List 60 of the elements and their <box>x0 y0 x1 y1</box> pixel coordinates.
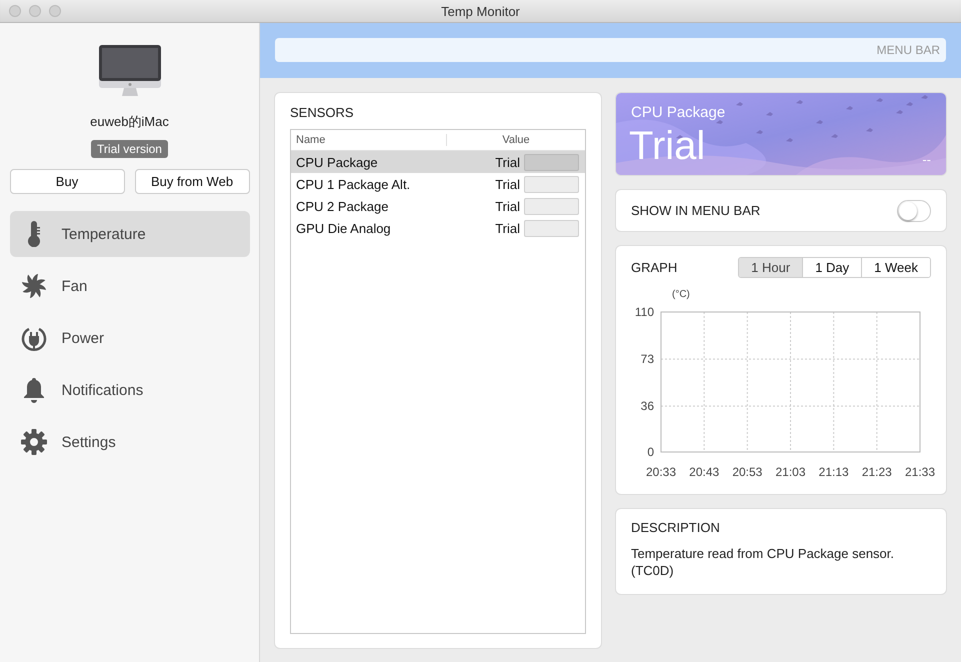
axis-tick-label: 20:53 <box>732 465 762 479</box>
axis-tick-label: 110 <box>634 305 654 319</box>
value-gauge <box>524 154 579 170</box>
table-cell-text: CPU Package <box>296 154 379 170</box>
buy-button[interactable]: Buy <box>10 169 124 194</box>
section-title: SENSORS <box>290 105 355 120</box>
axis-tick-label: 0 <box>647 445 654 459</box>
sensor-value: Trial <box>629 124 706 169</box>
close-button[interactable] <box>9 5 21 17</box>
sidebar-item[interactable]: Notifications <box>10 367 250 413</box>
gear-icon <box>20 429 46 455</box>
computer-icon <box>98 44 162 98</box>
table-row[interactable]: CPU Package Trial <box>291 151 585 173</box>
axis-tick-label: 21:33 <box>904 465 936 479</box>
table-cell-text: CPU 1 Package Alt. <box>296 176 412 192</box>
window-title: Temp Monitor <box>441 4 520 18</box>
sidebar-item[interactable]: Power <box>10 315 250 361</box>
bell-icon <box>22 377 46 403</box>
trial-badge: Trial version <box>91 140 168 158</box>
setting-label: SHOW IN MENU BAR <box>631 203 760 218</box>
thermometer-icon <box>26 221 42 247</box>
menu-bar-label: MENU BAR <box>876 43 940 57</box>
sensor-unit: -- <box>922 152 931 167</box>
section-title: GRAPH <box>631 260 678 275</box>
table-cell: Trial <box>495 220 520 236</box>
sidebar-item[interactable]: Temperature <box>10 211 250 257</box>
table-cell: Trial <box>495 198 520 214</box>
table-row[interactable]: GPU Die Analog Trial <box>291 217 585 239</box>
value-gauge <box>524 176 579 192</box>
toggle-switch[interactable] <box>897 200 931 222</box>
column-header[interactable]: Value <box>447 134 585 146</box>
buy-button[interactable]: Buy from Web <box>134 169 250 194</box>
axis-tick-label: 20:33 <box>646 465 676 479</box>
axis-tick-label: 73 <box>640 352 654 366</box>
section-title: DESCRIPTION <box>631 520 721 535</box>
axis-unit-label: (°C) <box>672 289 690 300</box>
sidebar-item[interactable]: Fan <box>10 263 250 309</box>
table-cell-text: GPU Die Analog <box>296 220 392 236</box>
sidebar-item[interactable]: Settings <box>10 419 250 465</box>
value-gauge <box>524 198 579 214</box>
table-cell: Trial <box>495 154 520 170</box>
axis-tick-label: 21:23 <box>862 465 892 479</box>
column-header[interactable]: Name <box>291 134 447 146</box>
table-row[interactable]: CPU 1 Package Alt. Trial <box>291 173 585 195</box>
axis-tick-label: 21:13 <box>818 465 849 479</box>
minimize-button[interactable] <box>29 5 41 17</box>
range-tab[interactable]: 1 Week <box>861 258 930 277</box>
axis-tick-label: 36 <box>640 399 654 414</box>
zoom-button[interactable] <box>49 5 61 17</box>
fan-icon <box>20 273 46 299</box>
axis-tick-label: 21:03 <box>775 465 806 479</box>
table-cell-text: CPU 2 Package <box>296 198 390 214</box>
table-cell: Trial <box>495 176 520 192</box>
device-name: euweb的iMac <box>90 113 169 131</box>
table-row[interactable]: CPU 2 Package Trial <box>291 195 585 217</box>
sensor-name: CPU Package <box>631 104 726 121</box>
value-gauge <box>524 220 579 236</box>
description-text: Temperature read from CPU Package sensor. (TC0D) <box>631 545 896 579</box>
axis-tick-label: 20:43 <box>689 465 720 479</box>
range-tab[interactable]: 1 Hour <box>739 258 802 277</box>
